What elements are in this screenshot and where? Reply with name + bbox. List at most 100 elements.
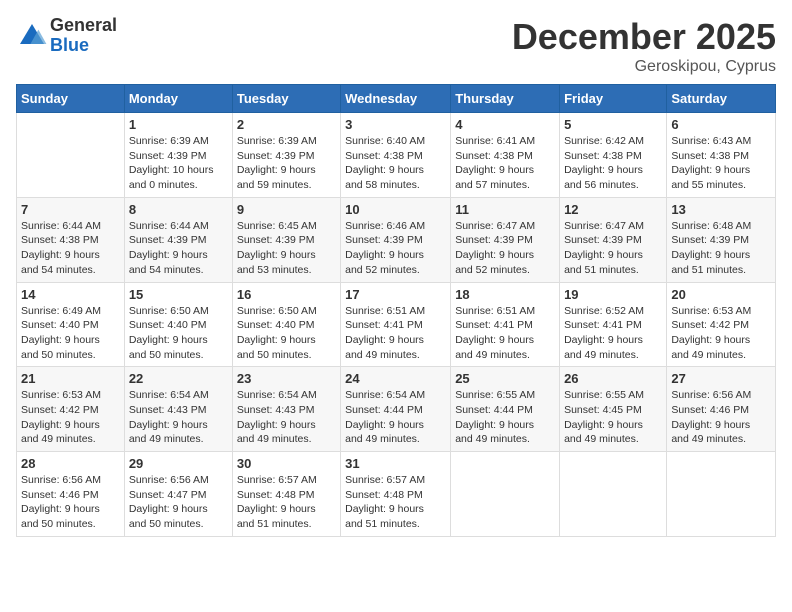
title-area: December 2025 Geroskipou, Cyprus (512, 16, 776, 76)
calendar-weekday-wednesday: Wednesday (341, 85, 451, 113)
logo-icon (16, 20, 48, 52)
day-info: Sunrise: 6:53 AMSunset: 4:42 PMDaylight:… (21, 388, 120, 447)
day-info: Sunrise: 6:57 AMSunset: 4:48 PMDaylight:… (237, 473, 336, 532)
day-info: Sunrise: 6:54 AMSunset: 4:43 PMDaylight:… (237, 388, 336, 447)
day-info: Sunrise: 6:57 AMSunset: 4:48 PMDaylight:… (345, 473, 446, 532)
calendar-cell: 23 Sunrise: 6:54 AMSunset: 4:43 PMDayligh… (232, 367, 340, 452)
calendar-weekday-thursday: Thursday (451, 85, 560, 113)
day-number: 3 (345, 117, 446, 132)
calendar-cell (560, 452, 667, 537)
calendar-cell: 9 Sunrise: 6:45 AMSunset: 4:39 PMDaylight… (232, 197, 340, 282)
calendar-cell: 25 Sunrise: 6:55 AMSunset: 4:44 PMDayligh… (451, 367, 560, 452)
calendar-week-row: 14 Sunrise: 6:49 AMSunset: 4:40 PMDayligh… (17, 282, 776, 367)
calendar-week-row: 21Sunrise: 6:53 AMSunset: 4:42 PMDayligh… (17, 367, 776, 452)
day-number: 11 (455, 202, 555, 217)
day-number: 22 (129, 371, 228, 386)
day-number: 2 (237, 117, 336, 132)
day-number: 16 (237, 287, 336, 302)
day-info: Sunrise: 6:55 AMSunset: 4:45 PMDaylight:… (564, 388, 662, 447)
calendar-cell: 24Sunrise: 6:54 AMSunset: 4:44 PMDayligh… (341, 367, 451, 452)
calendar-cell: 20Sunrise: 6:53 AMSunset: 4:42 PMDayligh… (667, 282, 776, 367)
day-number: 19 (564, 287, 662, 302)
calendar-cell: 12 Sunrise: 6:47 AMSunset: 4:39 PMDayligh… (560, 197, 667, 282)
calendar-header-row: SundayMondayTuesdayWednesdayThursdayFrid… (17, 85, 776, 113)
day-number: 7 (21, 202, 120, 217)
logo-general-text: General (50, 16, 117, 36)
calendar-cell: 2 Sunrise: 6:39 AMSunset: 4:39 PMDaylight… (232, 113, 340, 198)
day-number: 23 (237, 371, 336, 386)
calendar-cell: 6 Sunrise: 6:43 AMSunset: 4:38 PMDaylight… (667, 113, 776, 198)
day-number: 25 (455, 371, 555, 386)
day-info: Sunrise: 6:39 AMSunset: 4:39 PMDaylight:… (129, 134, 228, 193)
calendar-cell: 18Sunrise: 6:51 AMSunset: 4:41 PMDayligh… (451, 282, 560, 367)
day-number: 30 (237, 456, 336, 471)
day-number: 12 (564, 202, 662, 217)
calendar-cell (667, 452, 776, 537)
day-info: Sunrise: 6:50 AMSunset: 4:40 PMDaylight:… (237, 304, 336, 363)
day-number: 17 (345, 287, 446, 302)
calendar-cell: 10Sunrise: 6:46 AMSunset: 4:39 PMDayligh… (341, 197, 451, 282)
day-number: 1 (129, 117, 228, 132)
day-number: 9 (237, 202, 336, 217)
day-number: 10 (345, 202, 446, 217)
day-info: Sunrise: 6:47 AMSunset: 4:39 PMDaylight:… (564, 219, 662, 278)
calendar-cell: 30 Sunrise: 6:57 AMSunset: 4:48 PMDayligh… (232, 452, 340, 537)
calendar-cell: 1 Sunrise: 6:39 AMSunset: 4:39 PMDaylight… (124, 113, 232, 198)
calendar-cell: 5 Sunrise: 6:42 AMSunset: 4:38 PMDaylight… (560, 113, 667, 198)
calendar-cell: 3Sunrise: 6:40 AMSunset: 4:38 PMDaylight… (341, 113, 451, 198)
calendar-weekday-tuesday: Tuesday (232, 85, 340, 113)
calendar-cell (451, 452, 560, 537)
calendar-cell: 26 Sunrise: 6:55 AMSunset: 4:45 PMDayligh… (560, 367, 667, 452)
calendar-week-row: 7 Sunrise: 6:44 AMSunset: 4:38 PMDaylight… (17, 197, 776, 282)
day-info: Sunrise: 6:44 AMSunset: 4:39 PMDaylight:… (129, 219, 228, 278)
day-info: Sunrise: 6:44 AMSunset: 4:38 PMDaylight:… (21, 219, 120, 278)
logo: General Blue (16, 16, 117, 56)
day-info: Sunrise: 6:45 AMSunset: 4:39 PMDaylight:… (237, 219, 336, 278)
day-number: 29 (129, 456, 228, 471)
calendar-week-row: 1 Sunrise: 6:39 AMSunset: 4:39 PMDaylight… (17, 113, 776, 198)
calendar-weekday-monday: Monday (124, 85, 232, 113)
logo-blue-text: Blue (50, 36, 117, 56)
day-number: 13 (671, 202, 771, 217)
day-info: Sunrise: 6:43 AMSunset: 4:38 PMDaylight:… (671, 134, 771, 193)
calendar-cell: 15 Sunrise: 6:50 AMSunset: 4:40 PMDayligh… (124, 282, 232, 367)
calendar-weekday-friday: Friday (560, 85, 667, 113)
day-info: Sunrise: 6:50 AMSunset: 4:40 PMDaylight:… (129, 304, 228, 363)
calendar-cell: 14 Sunrise: 6:49 AMSunset: 4:40 PMDayligh… (17, 282, 125, 367)
day-info: Sunrise: 6:51 AMSunset: 4:41 PMDaylight:… (455, 304, 555, 363)
calendar-cell: 28Sunrise: 6:56 AMSunset: 4:46 PMDayligh… (17, 452, 125, 537)
day-number: 8 (129, 202, 228, 217)
day-number: 31 (345, 456, 446, 471)
day-number: 14 (21, 287, 120, 302)
calendar-cell (17, 113, 125, 198)
day-number: 4 (455, 117, 555, 132)
day-info: Sunrise: 6:55 AMSunset: 4:44 PMDaylight:… (455, 388, 555, 447)
calendar-week-row: 28Sunrise: 6:56 AMSunset: 4:46 PMDayligh… (17, 452, 776, 537)
day-info: Sunrise: 6:39 AMSunset: 4:39 PMDaylight:… (237, 134, 336, 193)
calendar-weekday-sunday: Sunday (17, 85, 125, 113)
day-info: Sunrise: 6:41 AMSunset: 4:38 PMDaylight:… (455, 134, 555, 193)
calendar-cell: 8 Sunrise: 6:44 AMSunset: 4:39 PMDaylight… (124, 197, 232, 282)
month-title: December 2025 (512, 16, 776, 58)
day-info: Sunrise: 6:51 AMSunset: 4:41 PMDaylight:… (345, 304, 446, 363)
calendar-cell: 16 Sunrise: 6:50 AMSunset: 4:40 PMDayligh… (232, 282, 340, 367)
calendar-cell: 27Sunrise: 6:56 AMSunset: 4:46 PMDayligh… (667, 367, 776, 452)
day-number: 26 (564, 371, 662, 386)
calendar-cell: 7 Sunrise: 6:44 AMSunset: 4:38 PMDaylight… (17, 197, 125, 282)
calendar-cell: 29Sunrise: 6:56 AMSunset: 4:47 PMDayligh… (124, 452, 232, 537)
day-number: 15 (129, 287, 228, 302)
day-info: Sunrise: 6:42 AMSunset: 4:38 PMDaylight:… (564, 134, 662, 193)
day-info: Sunrise: 6:52 AMSunset: 4:41 PMDaylight:… (564, 304, 662, 363)
page-header: General Blue December 2025 Geroskipou, C… (16, 16, 776, 76)
calendar-cell: 4 Sunrise: 6:41 AMSunset: 4:38 PMDaylight… (451, 113, 560, 198)
day-info: Sunrise: 6:54 AMSunset: 4:43 PMDaylight:… (129, 388, 228, 447)
day-info: Sunrise: 6:47 AMSunset: 4:39 PMDaylight:… (455, 219, 555, 278)
calendar-cell: 22 Sunrise: 6:54 AMSunset: 4:43 PMDayligh… (124, 367, 232, 452)
day-number: 5 (564, 117, 662, 132)
day-info: Sunrise: 6:54 AMSunset: 4:44 PMDaylight:… (345, 388, 446, 447)
day-number: 6 (671, 117, 771, 132)
day-info: Sunrise: 6:49 AMSunset: 4:40 PMDaylight:… (21, 304, 120, 363)
day-number: 27 (671, 371, 771, 386)
calendar-cell: 19 Sunrise: 6:52 AMSunset: 4:41 PMDayligh… (560, 282, 667, 367)
day-number: 28 (21, 456, 120, 471)
